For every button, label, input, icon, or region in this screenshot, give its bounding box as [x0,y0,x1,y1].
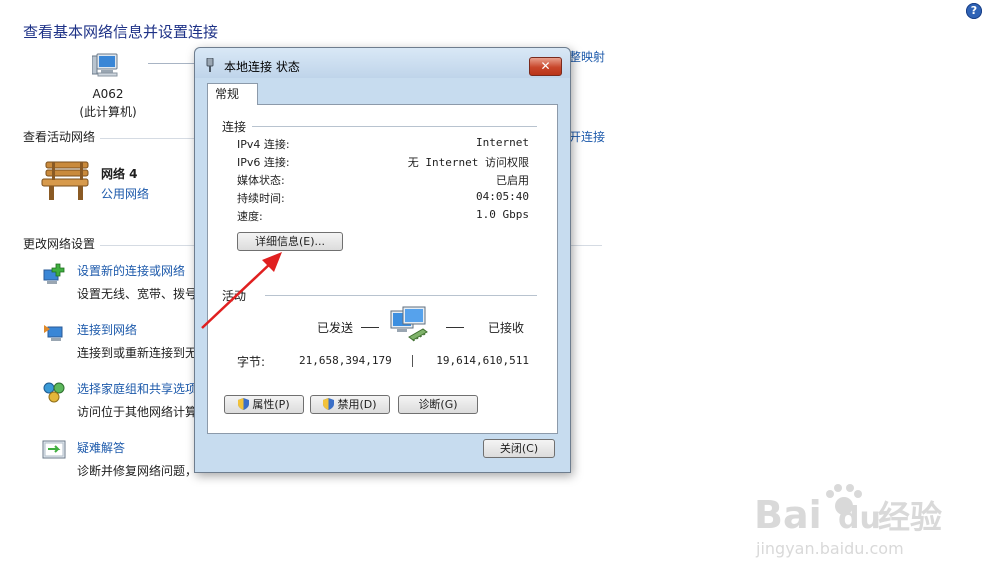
computer-sub: (此计算机) [79,105,137,119]
bytes-label: 字节: [237,355,266,369]
group-divider [252,126,537,127]
diagnose-button[interactable]: 诊断(G) [398,395,478,414]
section-divider [569,245,602,246]
local-connection-status-dialog: 本地连接 状态 ✕ 常规 连接 IPv4 连接: Internet IPv6 连… [194,47,571,473]
homegroup-icon [43,382,65,403]
ipv6-label: IPv6 连接: [237,156,290,169]
task-new-connection-desc: 设置无线、宽带、拨号 [77,287,198,301]
task-homegroup-desc: 访问位于其他网络计算 [77,405,198,419]
task-connect-network-desc: 连接到或重新连接到无 [77,346,198,360]
network-type-link[interactable]: 公用网络 [101,185,149,202]
troubleshoot-icon [42,440,66,459]
speed-value: 1.0 Gbps [476,208,529,221]
disable-button[interactable]: 禁用(D) [310,395,390,414]
bytes-separator [412,355,413,367]
computer-icon [92,53,118,77]
tab-general[interactable]: 常规 [207,83,258,105]
group-activity-label: 活动 [222,289,247,303]
section-change-settings: 更改网络设置 [23,237,96,251]
close-icon[interactable]: ✕ [529,57,562,76]
ipv6-value: 无 Internet 访问权限 [407,156,529,169]
general-tab-panel: 连接 IPv4 连接: Internet IPv6 连接: 无 Internet… [207,104,558,434]
network-map-line [148,63,196,64]
connect-network-icon [44,325,63,341]
task-homegroup-link[interactable]: 选择家庭组和共享选项 [77,380,197,397]
disable-label: 禁用(D) [337,398,377,411]
section-divider [100,245,195,246]
uac-shield-icon [238,398,250,410]
dialog-close-button[interactable]: 关闭(C) [483,439,555,458]
section-divider [100,138,195,139]
network-name: 网络 4 [101,167,138,181]
bytes-received-value: 19,614,610,511 [436,354,529,367]
sent-label: 已发送 [317,321,354,335]
watermark-cn: 经验 [878,498,942,536]
task-new-connection-link[interactable]: 设置新的连接或网络 [77,262,185,279]
media-state-value: 已启用 [496,174,529,187]
properties-button[interactable]: 属性(P) [224,395,304,414]
watermark-brand: Bai [754,493,822,537]
received-dash [446,327,464,328]
task-troubleshoot-desc: 诊断并修复网络问题， [77,464,198,478]
page-title: 查看基本网络信息并设置连接 [23,23,219,41]
dialog-titlebar[interactable]: 本地连接 状态 ✕ [195,48,570,78]
speed-label: 速度: [237,210,263,223]
ipv4-value: Internet [476,136,529,149]
public-network-bench-icon [41,161,89,200]
details-button[interactable]: 详细信息(E)... [237,232,343,251]
received-label: 已接收 [488,321,525,335]
help-icon[interactable]: ? [966,3,982,19]
dialog-title: 本地连接 状态 [224,60,300,74]
watermark-brand2: du [838,501,881,536]
group-connection-label: 连接 [222,120,247,134]
network-plug-icon [206,58,214,72]
duration-value: 04:05:40 [476,190,529,203]
uac-shield-icon [323,398,335,410]
group-divider [265,295,537,296]
bytes-sent-value: 21,658,394,179 [299,354,392,367]
media-state-label: 媒体状态: [237,174,285,187]
watermark-url: jingyan.baidu.com [755,539,904,558]
duration-label: 持续时间: [237,192,285,205]
new-connection-icon [43,263,65,284]
link-connect-disconnect[interactable]: 开连接 [569,128,605,145]
sent-dash [361,327,379,328]
task-connect-network-link[interactable]: 连接到网络 [77,321,137,338]
network-activity-icon [390,306,428,342]
link-full-map[interactable]: 整映射 [569,48,605,65]
properties-label: 属性(P) [252,398,290,411]
section-active-networks: 查看活动网络 [23,130,96,144]
baidu-jingyan-watermark: Bai du 经验 jingyan.baidu.com [754,484,942,558]
ipv4-label: IPv4 连接: [237,138,290,151]
computer-name: A062 [92,87,124,101]
task-troubleshoot-link[interactable]: 疑难解答 [77,439,125,456]
